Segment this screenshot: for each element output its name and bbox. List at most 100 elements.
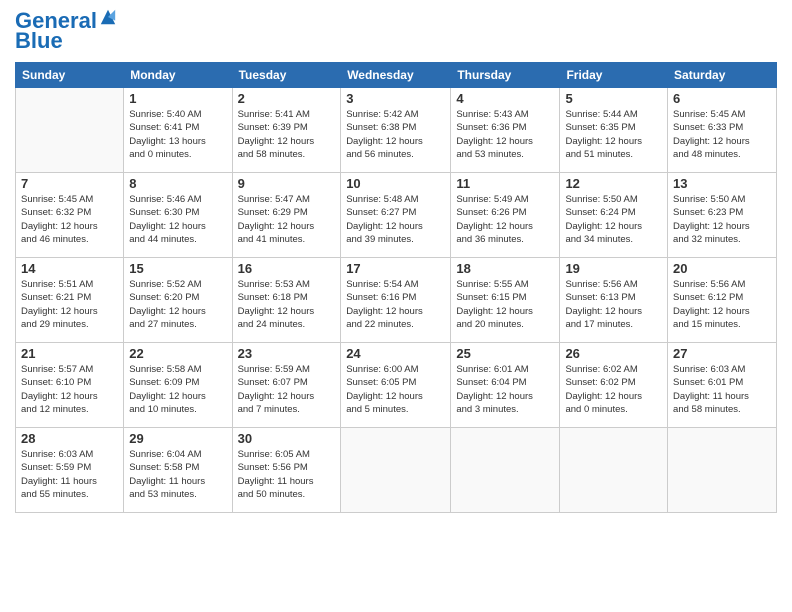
calendar-cell bbox=[16, 88, 124, 173]
day-header-friday: Friday bbox=[560, 63, 668, 88]
day-number: 20 bbox=[673, 261, 771, 276]
calendar-cell: 5Sunrise: 5:44 AM Sunset: 6:35 PM Daylig… bbox=[560, 88, 668, 173]
day-number: 13 bbox=[673, 176, 771, 191]
calendar-cell: 16 Sunrise: 5:53 AM Sunset: 6:18 PM Dayli… bbox=[232, 258, 341, 343]
day-header-monday: Monday bbox=[124, 63, 232, 88]
calendar-cell: 8 Sunrise: 5:46 AM Sunset: 6:30 PM Daylig… bbox=[124, 173, 232, 258]
day-info: Sunrise: 5:48 AM Sunset: 6:27 PM Dayligh… bbox=[346, 193, 445, 246]
calendar-cell bbox=[451, 428, 560, 513]
day-info: Sunrise: 6:03 AM Sunset: 5:59 PM Dayligh… bbox=[21, 448, 118, 501]
calendar-cell: 2 Sunrise: 5:41 AM Sunset: 6:39 PM Daylig… bbox=[232, 88, 341, 173]
calendar-cell: 24 Sunrise: 6:00 AM Sunset: 6:05 PM Dayli… bbox=[341, 343, 451, 428]
calendar-cell: 17 Sunrise: 5:54 AM Sunset: 6:16 PM Dayli… bbox=[341, 258, 451, 343]
day-number: 27 bbox=[673, 346, 771, 361]
day-info: Sunrise: 5:52 AM Sunset: 6:20 PM Dayligh… bbox=[129, 278, 226, 331]
day-info: Sunrise: 5:56 AM Sunset: 6:12 PM Dayligh… bbox=[673, 278, 771, 331]
day-info: Sunrise: 5:54 AM Sunset: 6:16 PM Dayligh… bbox=[346, 278, 445, 331]
day-number: 29 bbox=[129, 431, 226, 446]
day-info: Sunrise: 5:42 AM Sunset: 6:38 PM Dayligh… bbox=[346, 108, 445, 161]
day-number: 23 bbox=[238, 346, 336, 361]
calendar-cell: 13 Sunrise: 5:50 AM Sunset: 6:23 PM Dayli… bbox=[668, 173, 777, 258]
calendar-cell: 12 Sunrise: 5:50 AM Sunset: 6:24 PM Dayli… bbox=[560, 173, 668, 258]
day-number: 26 bbox=[565, 346, 662, 361]
calendar-cell: 26 Sunrise: 6:02 AM Sunset: 6:02 PM Dayli… bbox=[560, 343, 668, 428]
day-info: Sunrise: 5:55 AM Sunset: 6:15 PM Dayligh… bbox=[456, 278, 554, 331]
day-info: Sunrise: 5:50 AM Sunset: 6:24 PM Dayligh… bbox=[565, 193, 662, 246]
calendar-cell: 15Sunrise: 5:52 AM Sunset: 6:20 PM Dayli… bbox=[124, 258, 232, 343]
calendar-cell: 30Sunrise: 6:05 AM Sunset: 5:56 PM Dayli… bbox=[232, 428, 341, 513]
day-info: Sunrise: 5:53 AM Sunset: 6:18 PM Dayligh… bbox=[238, 278, 336, 331]
day-number: 12 bbox=[565, 176, 662, 191]
calendar-table: SundayMondayTuesdayWednesdayThursdayFrid… bbox=[15, 62, 777, 513]
day-number: 8 bbox=[129, 176, 226, 191]
day-number: 10 bbox=[346, 176, 445, 191]
calendar-cell: 22 Sunrise: 5:58 AM Sunset: 6:09 PM Dayli… bbox=[124, 343, 232, 428]
calendar-cell: 28 Sunrise: 6:03 AM Sunset: 5:59 PM Dayli… bbox=[16, 428, 124, 513]
calendar-cell: 9 Sunrise: 5:47 AM Sunset: 6:29 PM Daylig… bbox=[232, 173, 341, 258]
day-info: Sunrise: 6:02 AM Sunset: 6:02 PM Dayligh… bbox=[565, 363, 662, 416]
day-info: Sunrise: 5:44 AM Sunset: 6:35 PM Dayligh… bbox=[565, 108, 662, 161]
day-info: Sunrise: 5:46 AM Sunset: 6:30 PM Dayligh… bbox=[129, 193, 226, 246]
day-number: 17 bbox=[346, 261, 445, 276]
calendar-cell: 19Sunrise: 5:56 AM Sunset: 6:13 PM Dayli… bbox=[560, 258, 668, 343]
day-info: Sunrise: 5:56 AM Sunset: 6:13 PM Dayligh… bbox=[565, 278, 662, 331]
day-number: 18 bbox=[456, 261, 554, 276]
week-row-2: 14Sunrise: 5:51 AM Sunset: 6:21 PM Dayli… bbox=[16, 258, 777, 343]
day-number: 3 bbox=[346, 91, 445, 106]
day-info: Sunrise: 5:47 AM Sunset: 6:29 PM Dayligh… bbox=[238, 193, 336, 246]
day-number: 4 bbox=[456, 91, 554, 106]
day-number: 28 bbox=[21, 431, 118, 446]
day-number: 24 bbox=[346, 346, 445, 361]
calendar-cell: 27 Sunrise: 6:03 AM Sunset: 6:01 PM Dayli… bbox=[668, 343, 777, 428]
calendar-cell bbox=[560, 428, 668, 513]
day-number: 25 bbox=[456, 346, 554, 361]
calendar-cell bbox=[668, 428, 777, 513]
day-header-tuesday: Tuesday bbox=[232, 63, 341, 88]
page: General Blue SundayMondayTuesdayWednesda… bbox=[0, 0, 792, 612]
day-number: 2 bbox=[238, 91, 336, 106]
calendar-cell: 1 Sunrise: 5:40 AM Sunset: 6:41 PM Daylig… bbox=[124, 88, 232, 173]
calendar-cell: 29 Sunrise: 6:04 AM Sunset: 5:58 PM Dayli… bbox=[124, 428, 232, 513]
calendar-cell: 4 Sunrise: 5:43 AM Sunset: 6:36 PM Daylig… bbox=[451, 88, 560, 173]
calendar-cell: 23 Sunrise: 5:59 AM Sunset: 6:07 PM Dayli… bbox=[232, 343, 341, 428]
day-info: Sunrise: 5:40 AM Sunset: 6:41 PM Dayligh… bbox=[129, 108, 226, 161]
logo: General Blue bbox=[15, 10, 117, 54]
calendar-cell bbox=[341, 428, 451, 513]
day-number: 21 bbox=[21, 346, 118, 361]
day-info: Sunrise: 5:45 AM Sunset: 6:33 PM Dayligh… bbox=[673, 108, 771, 161]
day-info: Sunrise: 5:43 AM Sunset: 6:36 PM Dayligh… bbox=[456, 108, 554, 161]
day-info: Sunrise: 5:57 AM Sunset: 6:10 PM Dayligh… bbox=[21, 363, 118, 416]
day-info: Sunrise: 5:50 AM Sunset: 6:23 PM Dayligh… bbox=[673, 193, 771, 246]
week-row-0: 1 Sunrise: 5:40 AM Sunset: 6:41 PM Daylig… bbox=[16, 88, 777, 173]
day-info: Sunrise: 5:59 AM Sunset: 6:07 PM Dayligh… bbox=[238, 363, 336, 416]
calendar-cell: 21 Sunrise: 5:57 AM Sunset: 6:10 PM Dayli… bbox=[16, 343, 124, 428]
day-info: Sunrise: 6:00 AM Sunset: 6:05 PM Dayligh… bbox=[346, 363, 445, 416]
calendar-cell: 11Sunrise: 5:49 AM Sunset: 6:26 PM Dayli… bbox=[451, 173, 560, 258]
day-number: 16 bbox=[238, 261, 336, 276]
day-info: Sunrise: 6:01 AM Sunset: 6:04 PM Dayligh… bbox=[456, 363, 554, 416]
day-info: Sunrise: 6:04 AM Sunset: 5:58 PM Dayligh… bbox=[129, 448, 226, 501]
day-info: Sunrise: 5:49 AM Sunset: 6:26 PM Dayligh… bbox=[456, 193, 554, 246]
calendar-cell: 7Sunrise: 5:45 AM Sunset: 6:32 PM Daylig… bbox=[16, 173, 124, 258]
calendar-cell: 20 Sunrise: 5:56 AM Sunset: 6:12 PM Dayli… bbox=[668, 258, 777, 343]
calendar-cell: 3 Sunrise: 5:42 AM Sunset: 6:38 PM Daylig… bbox=[341, 88, 451, 173]
calendar-cell: 10 Sunrise: 5:48 AM Sunset: 6:27 PM Dayli… bbox=[341, 173, 451, 258]
calendar-cell: 14Sunrise: 5:51 AM Sunset: 6:21 PM Dayli… bbox=[16, 258, 124, 343]
logo-icon bbox=[99, 8, 117, 26]
day-number: 22 bbox=[129, 346, 226, 361]
day-number: 9 bbox=[238, 176, 336, 191]
day-info: Sunrise: 6:03 AM Sunset: 6:01 PM Dayligh… bbox=[673, 363, 771, 416]
day-info: Sunrise: 5:58 AM Sunset: 6:09 PM Dayligh… bbox=[129, 363, 226, 416]
calendar-cell: 18 Sunrise: 5:55 AM Sunset: 6:15 PM Dayli… bbox=[451, 258, 560, 343]
calendar-cell: 6Sunrise: 5:45 AM Sunset: 6:33 PM Daylig… bbox=[668, 88, 777, 173]
header: General Blue bbox=[15, 10, 777, 54]
day-number: 7 bbox=[21, 176, 118, 191]
day-info: Sunrise: 5:41 AM Sunset: 6:39 PM Dayligh… bbox=[238, 108, 336, 161]
day-number: 14 bbox=[21, 261, 118, 276]
calendar-body: 1 Sunrise: 5:40 AM Sunset: 6:41 PM Daylig… bbox=[16, 88, 777, 513]
day-header-thursday: Thursday bbox=[451, 63, 560, 88]
week-row-4: 28 Sunrise: 6:03 AM Sunset: 5:59 PM Dayli… bbox=[16, 428, 777, 513]
day-number: 1 bbox=[129, 91, 226, 106]
day-header-wednesday: Wednesday bbox=[341, 63, 451, 88]
day-header-saturday: Saturday bbox=[668, 63, 777, 88]
